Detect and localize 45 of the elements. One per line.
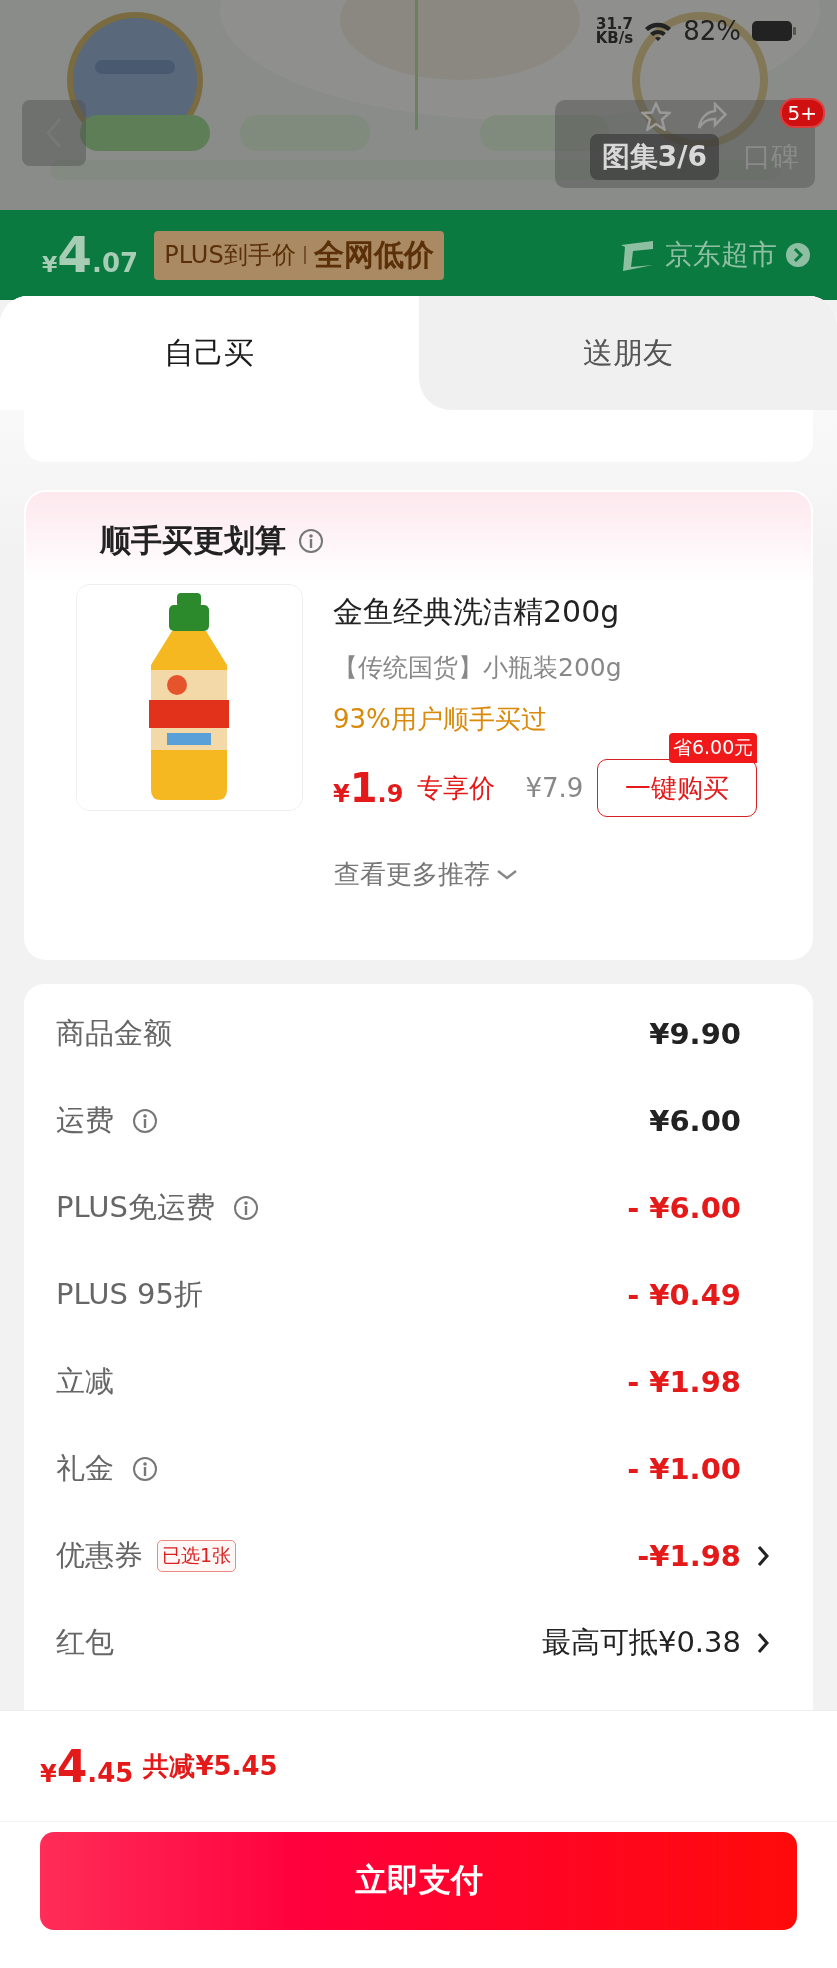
section-title: 顺手买更划算: [100, 521, 286, 560]
product-price: ¥1.9: [333, 765, 404, 811]
cost-value: ¥6.00: [649, 1103, 741, 1138]
battery-icon: [751, 19, 797, 43]
pay-button[interactable]: 立即支付: [40, 1832, 797, 1930]
info-icon: [298, 528, 324, 554]
gallery-tab[interactable]: 图集3/6: [589, 134, 719, 180]
network-speed: 31.7 KB/s: [595, 17, 634, 45]
savings-badge: 省6.00元: [668, 733, 758, 763]
coupon-tag: 已选1张: [157, 1539, 237, 1572]
chevron-down-icon: [495, 867, 518, 882]
total-savings: 共减¥5.45: [143, 1749, 278, 1783]
tag-label: 全网低价: [313, 235, 434, 274]
buy-button[interactable]: 一键购买: [597, 759, 758, 817]
cost-label: 优惠券: [56, 1536, 143, 1574]
cost-label: 立减: [56, 1362, 114, 1400]
cost-value: - ¥0.49: [627, 1277, 741, 1312]
purchase-stat: 93%用户顺手买过: [333, 703, 548, 736]
share-icon: [697, 102, 727, 130]
cost-value[interactable]: 最高可抵¥0.38: [541, 1622, 741, 1663]
more-link[interactable]: 查看更多推荐: [333, 857, 518, 892]
cost-value: - ¥1.98: [627, 1364, 741, 1399]
product-subtitle: 【传统国货】小瓶装200g: [333, 652, 623, 684]
cost-value: - ¥6.00: [627, 1190, 741, 1225]
cost-label: PLUS 95折: [56, 1275, 203, 1313]
price: ¥4.07: [42, 226, 139, 284]
star-icon: [641, 102, 671, 131]
price-label: 专享价: [417, 771, 496, 805]
original-price: ¥7.9: [525, 773, 584, 803]
store-link[interactable]: 京东超市: [665, 236, 777, 274]
total-price: ¥4.45: [40, 1740, 134, 1792]
cost-value[interactable]: -¥1.98: [637, 1538, 741, 1573]
tag-label: PLUS到手价: [164, 240, 296, 271]
tab[interactable]: 送朋友: [418, 296, 837, 410]
chevron-right-icon: [785, 242, 811, 268]
cost-label: 红包: [56, 1623, 114, 1661]
cost-label: PLUS免运费: [56, 1188, 215, 1226]
back-button[interactable]: [22, 100, 86, 166]
cost-label: 礼金: [56, 1449, 114, 1487]
battery-level: 82%: [683, 16, 741, 46]
product-name[interactable]: 金鱼经典洗洁精200g: [333, 592, 775, 633]
cost-label: 商品金额: [56, 1014, 172, 1052]
cost-label: 运费: [56, 1101, 114, 1139]
cost-value: - ¥1.00: [627, 1451, 741, 1486]
cost-value: ¥9.90: [649, 1016, 741, 1051]
